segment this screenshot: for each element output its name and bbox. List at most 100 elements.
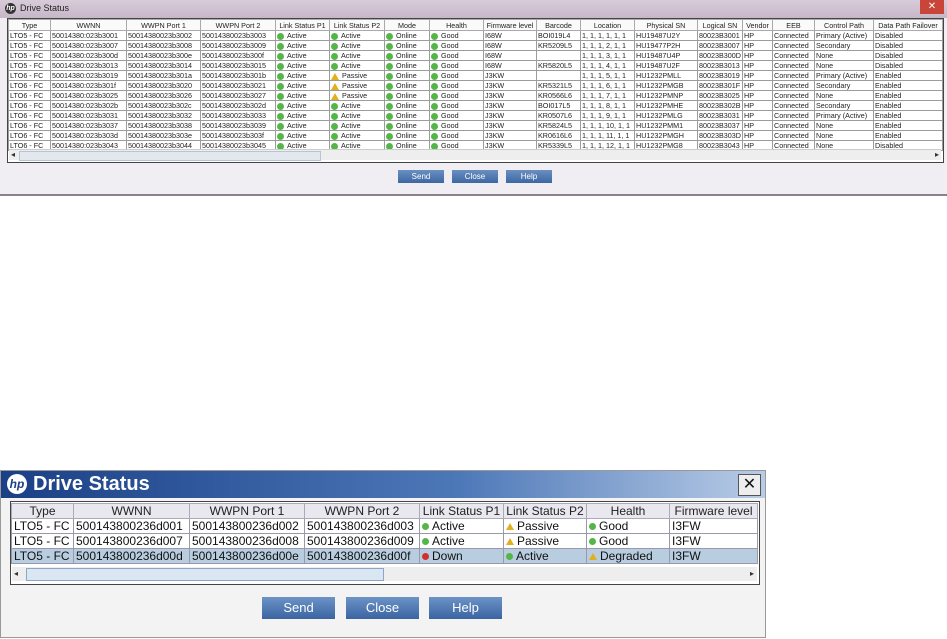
scrollbar-thumb[interactable] bbox=[26, 568, 384, 581]
table-cell: LTO5 - FC bbox=[8, 40, 51, 51]
column-header[interactable]: Control Path bbox=[814, 19, 874, 31]
column-header[interactable]: WWNN bbox=[73, 503, 190, 519]
column-header[interactable]: Data Path Failover bbox=[873, 19, 943, 31]
table-cell: 50014380:023b300d bbox=[50, 50, 127, 61]
scrollbar-thumb[interactable] bbox=[19, 151, 321, 161]
column-header[interactable]: Link Status P2 bbox=[329, 19, 385, 31]
column-header[interactable]: WWNN bbox=[50, 19, 127, 31]
column-header[interactable]: Logical SN bbox=[697, 19, 743, 31]
column-header[interactable]: Physical SN bbox=[634, 19, 698, 31]
table-row[interactable]: LTO6 - FC 50014380:023b302b 50014380023b30… bbox=[8, 100, 943, 111]
table-row[interactable]: LTO5 - FC 500143800236d007 500143800236d00… bbox=[11, 533, 758, 549]
cell-text: Active bbox=[287, 81, 307, 90]
table-row[interactable]: LTO5 - FC 50014380:023b3013 50014380023b30… bbox=[8, 60, 943, 71]
column-header[interactable]: Link Status P1 bbox=[275, 19, 330, 31]
cell-text: LTO6 - FC bbox=[10, 71, 44, 80]
table-cell: 50014380:023b303d bbox=[50, 130, 127, 141]
cell-text: BOI017L5 bbox=[538, 101, 571, 110]
send-button[interactable]: Send bbox=[262, 597, 335, 619]
cell-text: 50014380023b3002 bbox=[128, 31, 192, 40]
table-cell: LTO6 - FC bbox=[8, 90, 51, 101]
check-circle-icon bbox=[431, 112, 438, 120]
column-header[interactable]: Type bbox=[11, 503, 74, 519]
table-cell: KR5209L5 bbox=[536, 40, 581, 51]
table-cell: Good bbox=[429, 50, 484, 61]
column-header[interactable]: Link Status P2 bbox=[503, 503, 587, 519]
cell-text: 80023B3037 bbox=[699, 121, 740, 130]
warning-icon bbox=[331, 82, 339, 90]
cell-text: 1, 1, 1, 8, 1, 1 bbox=[582, 101, 626, 110]
table-row[interactable]: LTO6 - FC 50014380:023b3019 50014380023b30… bbox=[8, 70, 943, 81]
check-circle-icon bbox=[589, 523, 596, 531]
scroll-right-icon[interactable]: ▸ bbox=[750, 569, 754, 578]
close-button[interactable]: Close bbox=[452, 170, 498, 183]
horizontal-scrollbar[interactable]: ◂ ▸ bbox=[9, 149, 941, 161]
scroll-left-icon[interactable]: ◂ bbox=[14, 569, 18, 578]
column-header[interactable]: Health bbox=[429, 19, 484, 31]
scroll-left-icon[interactable]: ◂ bbox=[11, 150, 15, 159]
close-icon[interactable]: ✕ bbox=[920, 0, 944, 14]
column-header[interactable]: Vendor bbox=[742, 19, 773, 31]
horizontal-scrollbar[interactable]: ◂ ▸ bbox=[12, 567, 757, 581]
close-button[interactable]: Close bbox=[346, 597, 419, 619]
column-header[interactable]: Mode bbox=[384, 19, 430, 31]
table-cell: 80023B302B bbox=[697, 100, 743, 111]
column-header[interactable]: Type bbox=[8, 19, 51, 31]
cell-text: None bbox=[816, 131, 834, 140]
table-row[interactable]: LTO6 - FC 50014380:023b3037 50014380023b30… bbox=[8, 120, 943, 131]
close-icon[interactable]: ✕ bbox=[738, 474, 761, 496]
table-cell: Disabled bbox=[873, 50, 943, 61]
cell-text: Online bbox=[396, 111, 417, 120]
cell-text: HU1232PMLL bbox=[636, 71, 682, 80]
table-cell: J3KW bbox=[483, 70, 537, 81]
table-cell: 50014380023b3027 bbox=[200, 90, 276, 101]
column-header[interactable]: WWPN Port 2 bbox=[200, 19, 276, 31]
table-row[interactable]: LTO6 - FC 50014380:023b303d 50014380023b30… bbox=[8, 130, 943, 141]
table-cell: I68W bbox=[483, 40, 537, 51]
table-row[interactable]: LTO5 - FC 500143800236d001 500143800236d00… bbox=[11, 518, 758, 534]
table-cell: None bbox=[814, 90, 874, 101]
help-button[interactable]: Help bbox=[506, 170, 552, 183]
help-button[interactable]: Help bbox=[429, 597, 502, 619]
table-row[interactable]: LTO5 - FC 50014380:023b3001 50014380023b30… bbox=[8, 30, 943, 41]
table-cell: J3KW bbox=[483, 130, 537, 141]
check-circle-icon bbox=[277, 32, 284, 40]
cell-text: 500143800236d003 bbox=[307, 519, 414, 533]
table-cell: HU1232PMLL bbox=[634, 70, 698, 81]
column-header[interactable]: WWPN Port 1 bbox=[189, 503, 305, 519]
table-cell: HU19487U2F bbox=[634, 60, 698, 71]
cell-text: Secondary bbox=[816, 81, 851, 90]
column-header[interactable]: Link Status P1 bbox=[419, 503, 504, 519]
column-header[interactable]: EEB bbox=[772, 19, 815, 31]
table-cell: Good bbox=[429, 90, 484, 101]
table-cell: Active bbox=[329, 60, 385, 71]
table-cell: 1, 1, 1, 4, 1, 1 bbox=[580, 60, 635, 71]
table-row[interactable]: LTO5 - FC 500143800236d00d 500143800236d00… bbox=[11, 548, 758, 564]
column-header[interactable]: Location bbox=[580, 19, 635, 31]
cell-text: 1, 1, 1, 7, 1, 1 bbox=[582, 91, 626, 100]
table-row[interactable]: LTO5 - FC 50014380:023b3007 50014380023b30… bbox=[8, 40, 943, 51]
cell-text: 50014380:023b3037 bbox=[52, 121, 118, 130]
table-cell: Active bbox=[275, 30, 330, 41]
table-cell: HP bbox=[742, 30, 773, 41]
column-header[interactable]: Health bbox=[586, 503, 670, 519]
check-circle-icon bbox=[277, 52, 284, 60]
column-header[interactable]: Firmware level bbox=[483, 19, 537, 31]
table-row[interactable]: LTO5 - FC 50014380:023b300d 50014380023b30… bbox=[8, 50, 943, 61]
table-cell: 500143800236d009 bbox=[304, 533, 420, 549]
table-row[interactable]: LTO6 - FC 50014380:023b3025 50014380023b30… bbox=[8, 90, 943, 101]
send-button[interactable]: Send bbox=[398, 170, 444, 183]
cell-text: 50014380023b3026 bbox=[128, 91, 192, 100]
table-row[interactable]: LTO6 - FC 50014380:023b301f 50014380023b30… bbox=[8, 80, 943, 91]
scroll-right-icon[interactable]: ▸ bbox=[935, 150, 939, 159]
cell-text: Enabled bbox=[875, 111, 902, 120]
table-cell: HU1232PMGB bbox=[634, 80, 698, 91]
column-header[interactable]: Firmware level bbox=[669, 503, 758, 519]
cell-text: Online bbox=[396, 61, 417, 70]
column-header[interactable]: Barcode bbox=[536, 19, 581, 31]
cell-text: LTO5 - FC bbox=[14, 549, 70, 563]
table-cell: LTO6 - FC bbox=[8, 70, 51, 81]
table-row[interactable]: LTO6 - FC 50014380:023b3031 50014380023b30… bbox=[8, 110, 943, 121]
column-header[interactable]: WWPN Port 2 bbox=[304, 503, 420, 519]
column-header[interactable]: WWPN Port 1 bbox=[126, 19, 201, 31]
